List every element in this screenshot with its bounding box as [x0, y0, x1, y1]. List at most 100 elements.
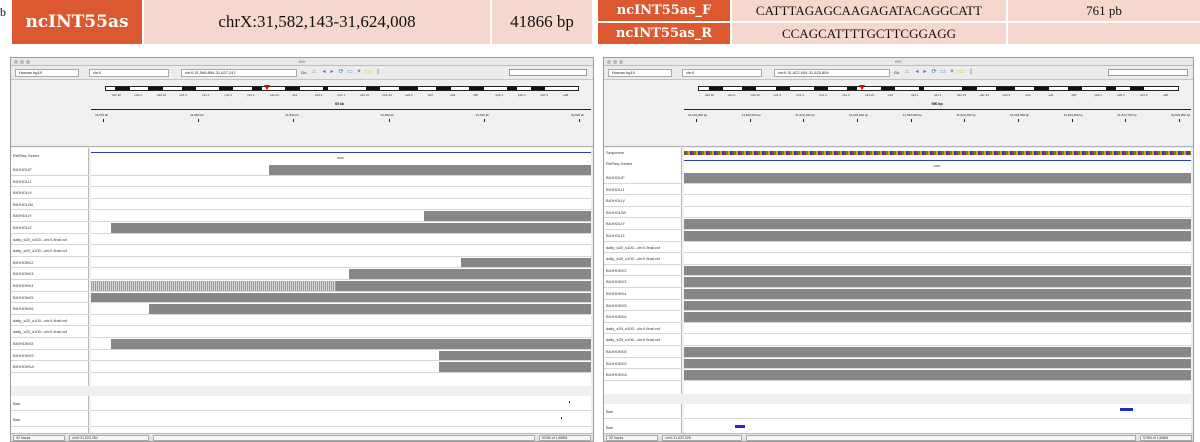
dmd-gene-feature[interactable]: [91, 152, 591, 153]
zoom-slider[interactable]: [509, 69, 587, 76]
track-name-label[interactable]: BIOHOKK5: [606, 303, 626, 308]
coverage-bar[interactable]: [684, 173, 1191, 183]
region-icon[interactable]: ▭: [347, 69, 353, 76]
coverage-bar[interactable]: [423, 211, 591, 221]
track-name-label[interactable]: daily_s20_s100...chrX.final.vcf: [13, 318, 67, 323]
close-track-icon[interactable]: ×: [356, 69, 362, 76]
track-name-label[interactable]: BIOHOKK6: [606, 314, 626, 319]
track-name-label[interactable]: BIOHOLIZ: [606, 233, 625, 238]
coverage-bar[interactable]: [684, 312, 1191, 322]
close-track-icon[interactable]: ×: [949, 69, 955, 76]
zoom-slider[interactable]: [1108, 69, 1188, 76]
track-name-label[interactable]: BIOHOLIY: [606, 221, 625, 226]
chromosome-select[interactable]: chrX: [89, 69, 169, 77]
track-name-label[interactable]: BIOHOKK8: [13, 341, 33, 346]
forward-icon[interactable]: ▸: [329, 69, 335, 76]
genome-select[interactable]: Human hg19: [15, 69, 79, 77]
ruler-icon[interactable]: |: [968, 69, 974, 76]
coverage-bar[interactable]: [684, 370, 1191, 380]
track-name-label[interactable]: BIOHOKK3: [606, 279, 626, 284]
feature-track-label[interactable]: Bari: [13, 417, 20, 422]
track-name-label[interactable]: BIOHOKK2: [13, 260, 33, 265]
track-name-label[interactable]: BIOHOLIV: [606, 198, 625, 203]
coverage-bar[interactable]: [684, 289, 1191, 299]
home-icon[interactable]: ⌂: [311, 69, 317, 76]
feature-track-label[interactable]: Bari: [606, 409, 613, 414]
track-name-label[interactable]: BIOHOLIJ: [606, 187, 624, 192]
track-name-label[interactable]: daily_s20_s100...chrX.final.vcf: [13, 248, 67, 253]
track-name-label[interactable]: BIOHOKK2: [606, 268, 626, 273]
track-name-label[interactable]: BIOHOKKA: [13, 364, 34, 369]
track-name-label[interactable]: BIOHOKK9: [606, 361, 626, 366]
track-name-label[interactable]: BIOHOLIZ: [13, 225, 32, 230]
track-name-label[interactable]: BIOHOLIY: [13, 213, 32, 218]
coverage-bar[interactable]: [111, 223, 591, 233]
coverage-bar[interactable]: [684, 347, 1191, 357]
status-bar: 32 tracks chrX:31,623,284 603M of 1,868M: [11, 433, 593, 441]
refresh-icon[interactable]: ⟳: [338, 69, 344, 76]
track-name-label[interactable]: daily_s20_s100...chrX.final.vcf: [13, 237, 67, 242]
popup-info-icon[interactable]: ▭: [958, 69, 964, 76]
back-icon[interactable]: ◂: [321, 69, 327, 76]
go-button[interactable]: Go: [894, 70, 899, 75]
popup-info-icon[interactable]: ▭: [365, 69, 371, 76]
ruler-icon[interactable]: |: [375, 69, 381, 76]
bed-feature[interactable]: [561, 417, 562, 419]
track-name-label[interactable]: BIOHOLIW: [606, 210, 626, 215]
track-name-label[interactable]: BIOHOKK6: [13, 306, 33, 311]
coverage-bar[interactable]: [336, 281, 591, 291]
track-name-label[interactable]: BIOHOLIW: [13, 202, 33, 207]
forward-icon[interactable]: ▸: [922, 69, 928, 76]
chromosome-select[interactable]: chrX: [682, 69, 762, 77]
track-name-label[interactable]: daily_s20_s100...chrX.final.vcf: [13, 329, 67, 334]
bed-feature[interactable]: [734, 425, 745, 428]
coverage-bar[interactable]: [684, 277, 1191, 287]
chromosome-ideogram[interactable]: [105, 86, 579, 91]
track-name-label[interactable]: daily_s20_s100...chrX.final.vcf: [606, 256, 660, 261]
track-name-label[interactable]: BIOHOKK3: [13, 271, 33, 276]
track-name-label[interactable]: BIOHOLIV: [13, 190, 32, 195]
coverage-bar[interactable]: [684, 265, 1191, 276]
genome-select[interactable]: Human hg19: [608, 69, 672, 77]
track-name-label[interactable]: daily_s20_s100...chrX.final.vcf: [606, 337, 660, 342]
home-icon[interactable]: ⌂: [904, 69, 910, 76]
track-name-label[interactable]: daily_s20_s100...chrX.final.vcf: [606, 245, 660, 250]
bed-feature[interactable]: [1120, 408, 1134, 411]
coverage-bar[interactable]: [91, 292, 591, 303]
coverage-bar[interactable]: [268, 165, 591, 175]
chromosome-ideogram[interactable]: [698, 86, 1179, 91]
coverage-bar[interactable]: [348, 269, 591, 279]
track-name-label[interactable]: BIOHOLIJ: [13, 179, 31, 184]
ideogram-band-label: q24: [450, 93, 456, 97]
track-name-label[interactable]: BIOHOLIF: [606, 175, 625, 180]
coverage-bar[interactable]: [684, 358, 1191, 369]
coverage-bar[interactable]: [111, 339, 591, 349]
back-icon[interactable]: ◂: [914, 69, 920, 76]
coverage-bar[interactable]: [684, 219, 1191, 229]
dmd-gene-feature[interactable]: [684, 160, 1191, 161]
track-name-label[interactable]: daily_s20_s100...chrX.final.vcf: [606, 326, 660, 331]
region-icon[interactable]: ▭: [940, 69, 946, 76]
go-button[interactable]: Go: [301, 70, 306, 75]
coverage-bar-hatched[interactable]: [91, 281, 336, 291]
locus-input[interactable]: chrX:31,566,854-31,627,247: [181, 69, 297, 77]
coverage-bar[interactable]: [148, 304, 591, 314]
coverage-bar[interactable]: [438, 362, 591, 372]
track-name-label[interactable]: BIOHOKK9: [13, 353, 33, 358]
track-name-label[interactable]: BIOHOKK4: [13, 283, 33, 288]
bed-feature[interactable]: [568, 401, 570, 403]
track-name-label[interactable]: BIOHOKK8: [606, 349, 626, 354]
track-name-label[interactable]: BIOHOKK4: [606, 291, 626, 296]
coverage-bar[interactable]: [438, 350, 591, 361]
coverage-bar[interactable]: [461, 257, 591, 268]
track-name-label[interactable]: BIOHOKK5: [13, 295, 33, 300]
coverage-bar[interactable]: [684, 231, 1191, 241]
track-name-label[interactable]: BIOHOKKA: [606, 372, 627, 377]
refresh-icon[interactable]: ⟳: [931, 69, 937, 76]
coverage-bar[interactable]: [684, 300, 1191, 311]
row-separator: [604, 229, 682, 230]
feature-track-label[interactable]: Bari: [13, 401, 20, 406]
track-name-label[interactable]: BIOHOLIF: [13, 167, 32, 172]
locus-input[interactable]: chrX:31,622,904-31,623,859: [774, 69, 890, 77]
feature-track-label[interactable]: Bari: [606, 425, 613, 430]
